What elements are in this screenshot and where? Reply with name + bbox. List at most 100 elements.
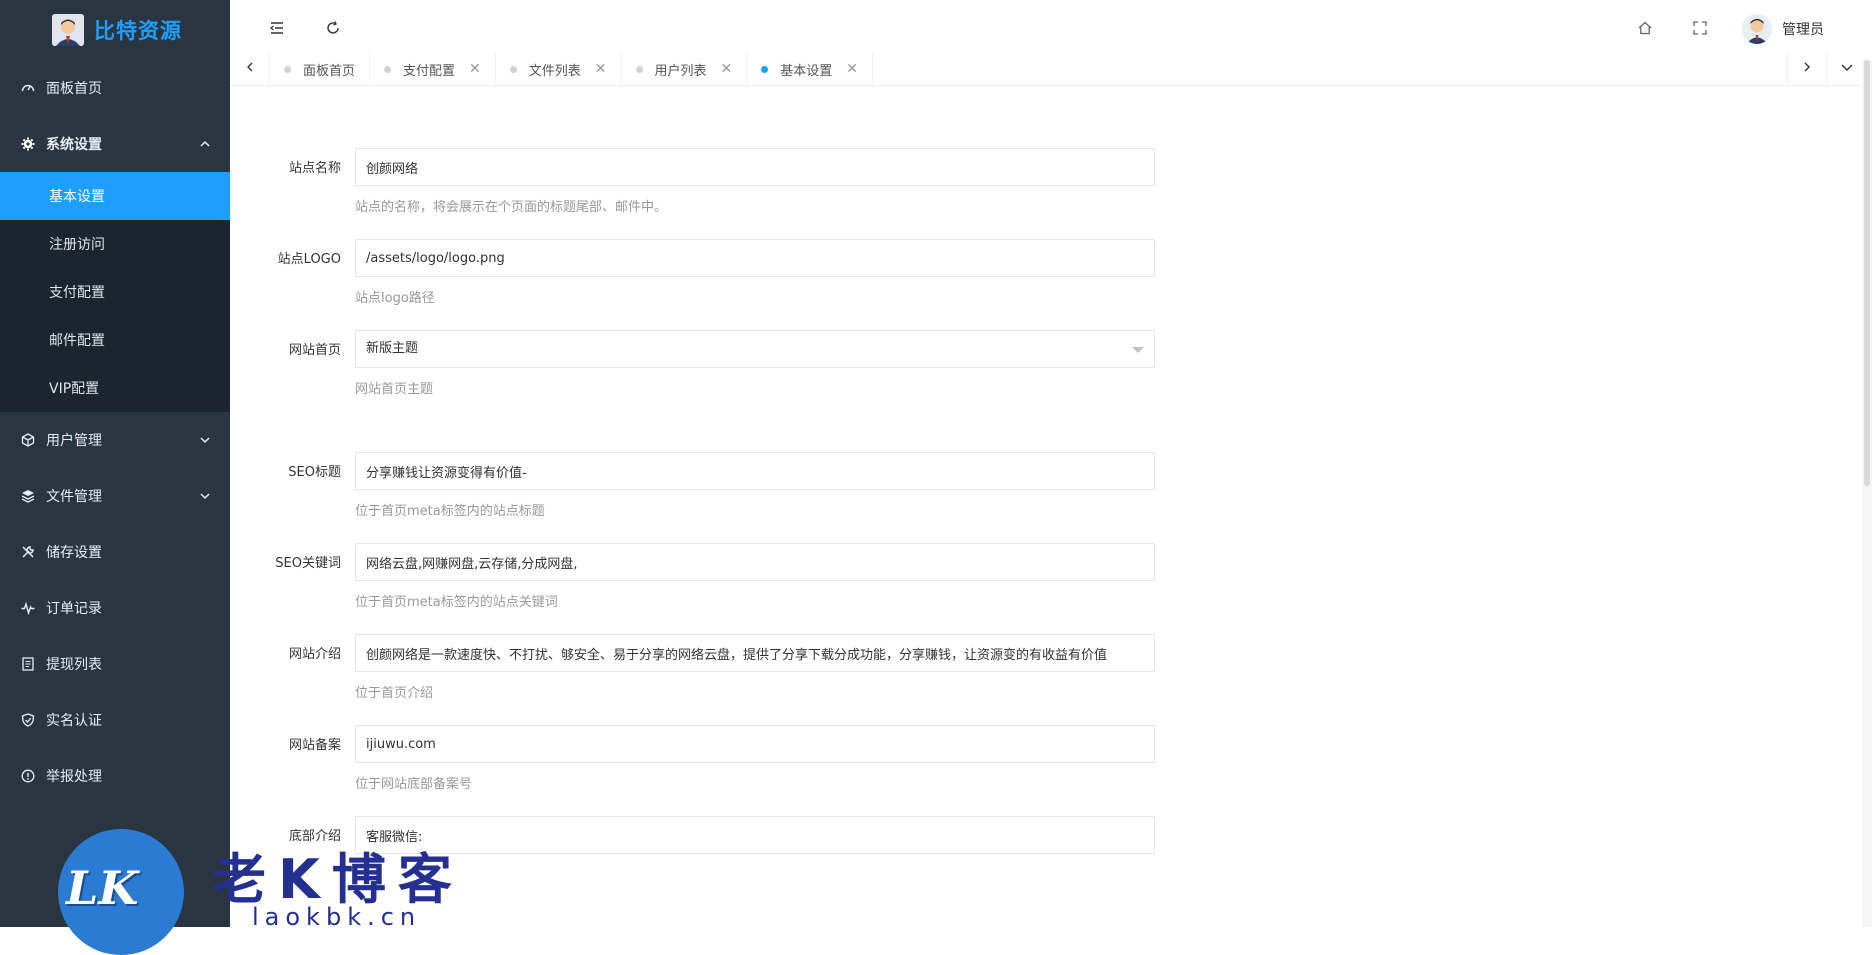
caret-down-icon xyxy=(1132,347,1144,353)
refresh-icon xyxy=(325,20,341,40)
close-icon[interactable]: ✕ xyxy=(721,61,733,77)
tab-label: 用户列表 xyxy=(654,63,707,79)
sidebar-item-label: 实名认证 xyxy=(46,713,102,729)
user-menu[interactable]: 管理员 xyxy=(1742,14,1824,44)
tools-icon xyxy=(20,544,36,560)
scrollbar-thumb[interactable] xyxy=(1864,60,1870,486)
site-logo-input[interactable] xyxy=(355,239,1155,277)
tab-options-dropdown[interactable] xyxy=(1827,52,1867,86)
menu-toggle-button[interactable] xyxy=(265,18,289,42)
tab-file-list[interactable]: 文件列表 ✕ xyxy=(496,52,622,86)
sidebar: 比特资源 面板首页 系统设置 基本设置 注册访问 支付配置 邮件配置 VIP配置… xyxy=(0,0,230,927)
field-label: 站点名称 xyxy=(288,161,341,176)
tab-list: 面板首页 支付配置 ✕ 文件列表 ✕ 用户列表 ✕ 基本设置 ✕ xyxy=(270,52,874,86)
footer-intro-input[interactable] xyxy=(355,816,1155,854)
help-text: 位于首页meta标签内的站点关键词 xyxy=(355,595,558,610)
sidebar-subitem-register-access[interactable]: 注册访问 xyxy=(0,220,230,268)
avatar xyxy=(1742,14,1772,44)
fullscreen-button[interactable] xyxy=(1688,18,1712,42)
sidebar-item-label: 系统设置 xyxy=(46,137,102,153)
tab-dashboard[interactable]: 面板首页 xyxy=(270,52,371,86)
tab-label: 支付配置 xyxy=(403,63,456,79)
help-text: 位于首页介绍 xyxy=(355,686,434,701)
brand-avatar-icon xyxy=(52,14,84,46)
tab-dot-icon xyxy=(284,65,291,73)
chevron-down-icon xyxy=(198,489,212,503)
seo-title-input[interactable] xyxy=(355,452,1155,490)
tab-basic-settings[interactable]: 基本设置 ✕ xyxy=(747,52,874,86)
shield-check-icon xyxy=(20,712,36,728)
sidebar-item-order-records[interactable]: 订单记录 xyxy=(0,580,230,636)
tab-user-list[interactable]: 用户列表 ✕ xyxy=(622,52,748,86)
field-label: 网站首页 xyxy=(288,343,341,358)
page-scrollbar[interactable] xyxy=(1862,60,1872,927)
field-label: 站点LOGO xyxy=(277,252,341,267)
sidebar-item-system-settings[interactable]: 系统设置 xyxy=(0,116,230,172)
tab-dot-icon xyxy=(509,65,517,73)
sidebar-item-withdrawals[interactable]: 提现列表 xyxy=(0,636,230,692)
tab-payment-config[interactable]: 支付配置 ✕ xyxy=(370,52,496,86)
tab-scroll-right-button[interactable] xyxy=(1787,52,1827,86)
help-text: 站点logo路径 xyxy=(355,291,435,306)
close-icon[interactable]: ✕ xyxy=(846,61,858,77)
home-theme-select[interactable]: 新版主题 xyxy=(355,330,1155,368)
sidebar-subitem-basic-settings[interactable]: 基本设置 xyxy=(0,172,230,220)
sidebar-item-label: 面板首页 xyxy=(46,81,102,97)
gear-icon xyxy=(20,136,36,152)
settings-form: 站点名称 站点的名称，将会展示在个页面的标题尾部、邮件中。 站点LOGO 站点l… xyxy=(230,86,1842,927)
tab-dot-icon xyxy=(384,65,392,73)
tab-label: 文件列表 xyxy=(528,63,581,79)
user-name: 管理员 xyxy=(1782,22,1824,38)
field-label: SEO标题 xyxy=(288,465,341,480)
field-label: 网站备案 xyxy=(288,738,341,753)
chevron-right-icon xyxy=(1801,61,1813,77)
chevron-left-icon xyxy=(244,61,256,77)
dashboard-icon xyxy=(20,80,36,96)
field-label: 网站介绍 xyxy=(288,647,341,662)
select-value: 新版主题 xyxy=(366,341,419,356)
fullscreen-icon xyxy=(1692,20,1708,40)
site-name-input[interactable] xyxy=(355,148,1155,186)
brand-name: 比特资源 xyxy=(94,19,182,43)
tab-bar: 面板首页 支付配置 ✕ 文件列表 ✕ 用户列表 ✕ 基本设置 ✕ xyxy=(230,52,1872,86)
home-icon xyxy=(1637,20,1653,40)
site-intro-input[interactable] xyxy=(355,634,1155,672)
sidebar-item-label: 订单记录 xyxy=(46,601,102,617)
sidebar-item-label: 用户管理 xyxy=(46,433,102,449)
close-icon[interactable]: ✕ xyxy=(469,61,481,77)
pulse-icon xyxy=(20,600,36,616)
sidebar-item-storage-settings[interactable]: 储存设置 xyxy=(0,524,230,580)
field-label: 底部介绍 xyxy=(288,829,341,844)
help-text: 网站首页主题 xyxy=(355,382,434,397)
help-text: 位于网站底部备案号 xyxy=(355,777,473,792)
site-icp-input[interactable] xyxy=(355,725,1155,763)
brand-logo[interactable]: 比特资源 xyxy=(0,0,230,60)
seo-keywords-input[interactable] xyxy=(355,543,1155,581)
sidebar-item-file-management[interactable]: 文件管理 xyxy=(0,468,230,524)
sidebar-subitem-mail-config[interactable]: 邮件配置 xyxy=(0,316,230,364)
layers-icon xyxy=(20,488,36,504)
home-button[interactable] xyxy=(1633,18,1657,42)
chevron-down-icon xyxy=(1840,60,1854,78)
list-icon xyxy=(20,656,36,672)
sidebar-item-user-management[interactable]: 用户管理 xyxy=(0,412,230,468)
refresh-button[interactable] xyxy=(321,18,345,42)
tab-label: 基本设置 xyxy=(780,63,833,79)
sidebar-item-reports[interactable]: 举报处理 xyxy=(0,748,230,804)
top-header: 管理员 xyxy=(230,0,1872,60)
info-icon xyxy=(20,768,36,784)
tab-scroll-left-button[interactable] xyxy=(230,52,270,86)
sidebar-subitem-vip-config[interactable]: VIP配置 xyxy=(0,364,230,412)
sidebar-subitem-payment-config[interactable]: 支付配置 xyxy=(0,268,230,316)
chevron-down-icon xyxy=(198,433,212,447)
field-label: SEO关键词 xyxy=(275,556,341,571)
help-text: 站点的名称，将会展示在个页面的标题尾部、邮件中。 xyxy=(355,200,668,215)
close-icon[interactable]: ✕ xyxy=(595,61,607,77)
sidebar-item-dashboard[interactable]: 面板首页 xyxy=(0,60,230,116)
cube-icon xyxy=(20,432,36,448)
help-text: 位于首页meta标签内的站点标题 xyxy=(355,504,545,519)
sidebar-item-label: 文件管理 xyxy=(46,489,102,505)
sidebar-item-real-name-auth[interactable]: 实名认证 xyxy=(0,692,230,748)
tab-dot-icon xyxy=(761,65,769,73)
sidebar-item-label: 储存设置 xyxy=(46,545,102,561)
